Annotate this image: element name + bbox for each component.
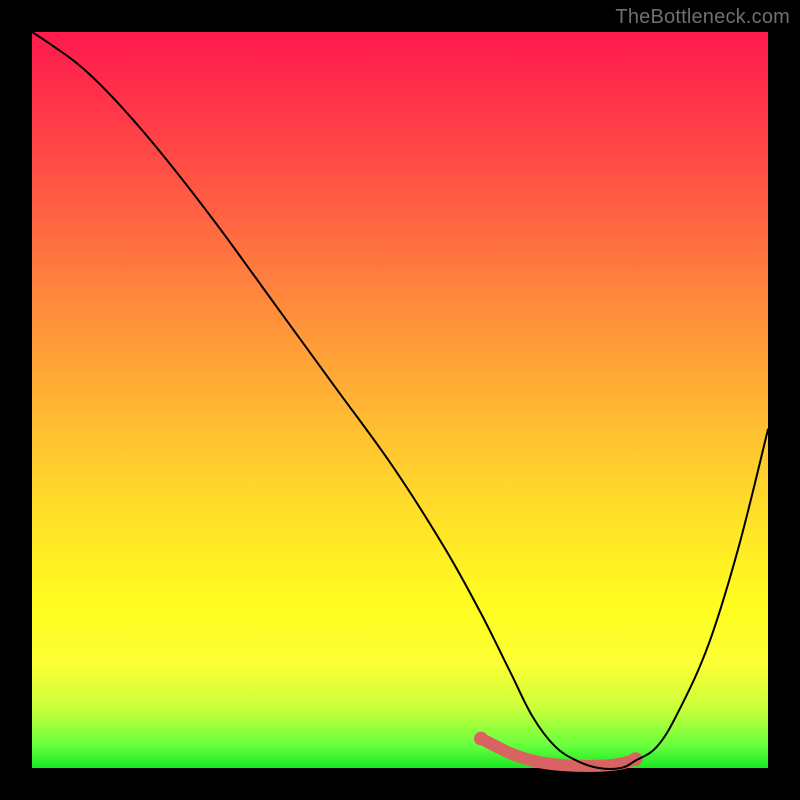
chart-frame: TheBottleneck.com <box>0 0 800 800</box>
watermark-text: TheBottleneck.com <box>615 6 790 29</box>
optimal-range-point <box>504 747 516 759</box>
bottleneck-curve <box>32 32 768 769</box>
optimal-range-point <box>593 760 605 772</box>
optimal-range-point <box>549 758 561 770</box>
plot-area <box>32 32 768 768</box>
chart-svg <box>32 32 768 768</box>
optimal-range-point <box>527 755 539 767</box>
optimal-range-point <box>474 732 488 746</box>
